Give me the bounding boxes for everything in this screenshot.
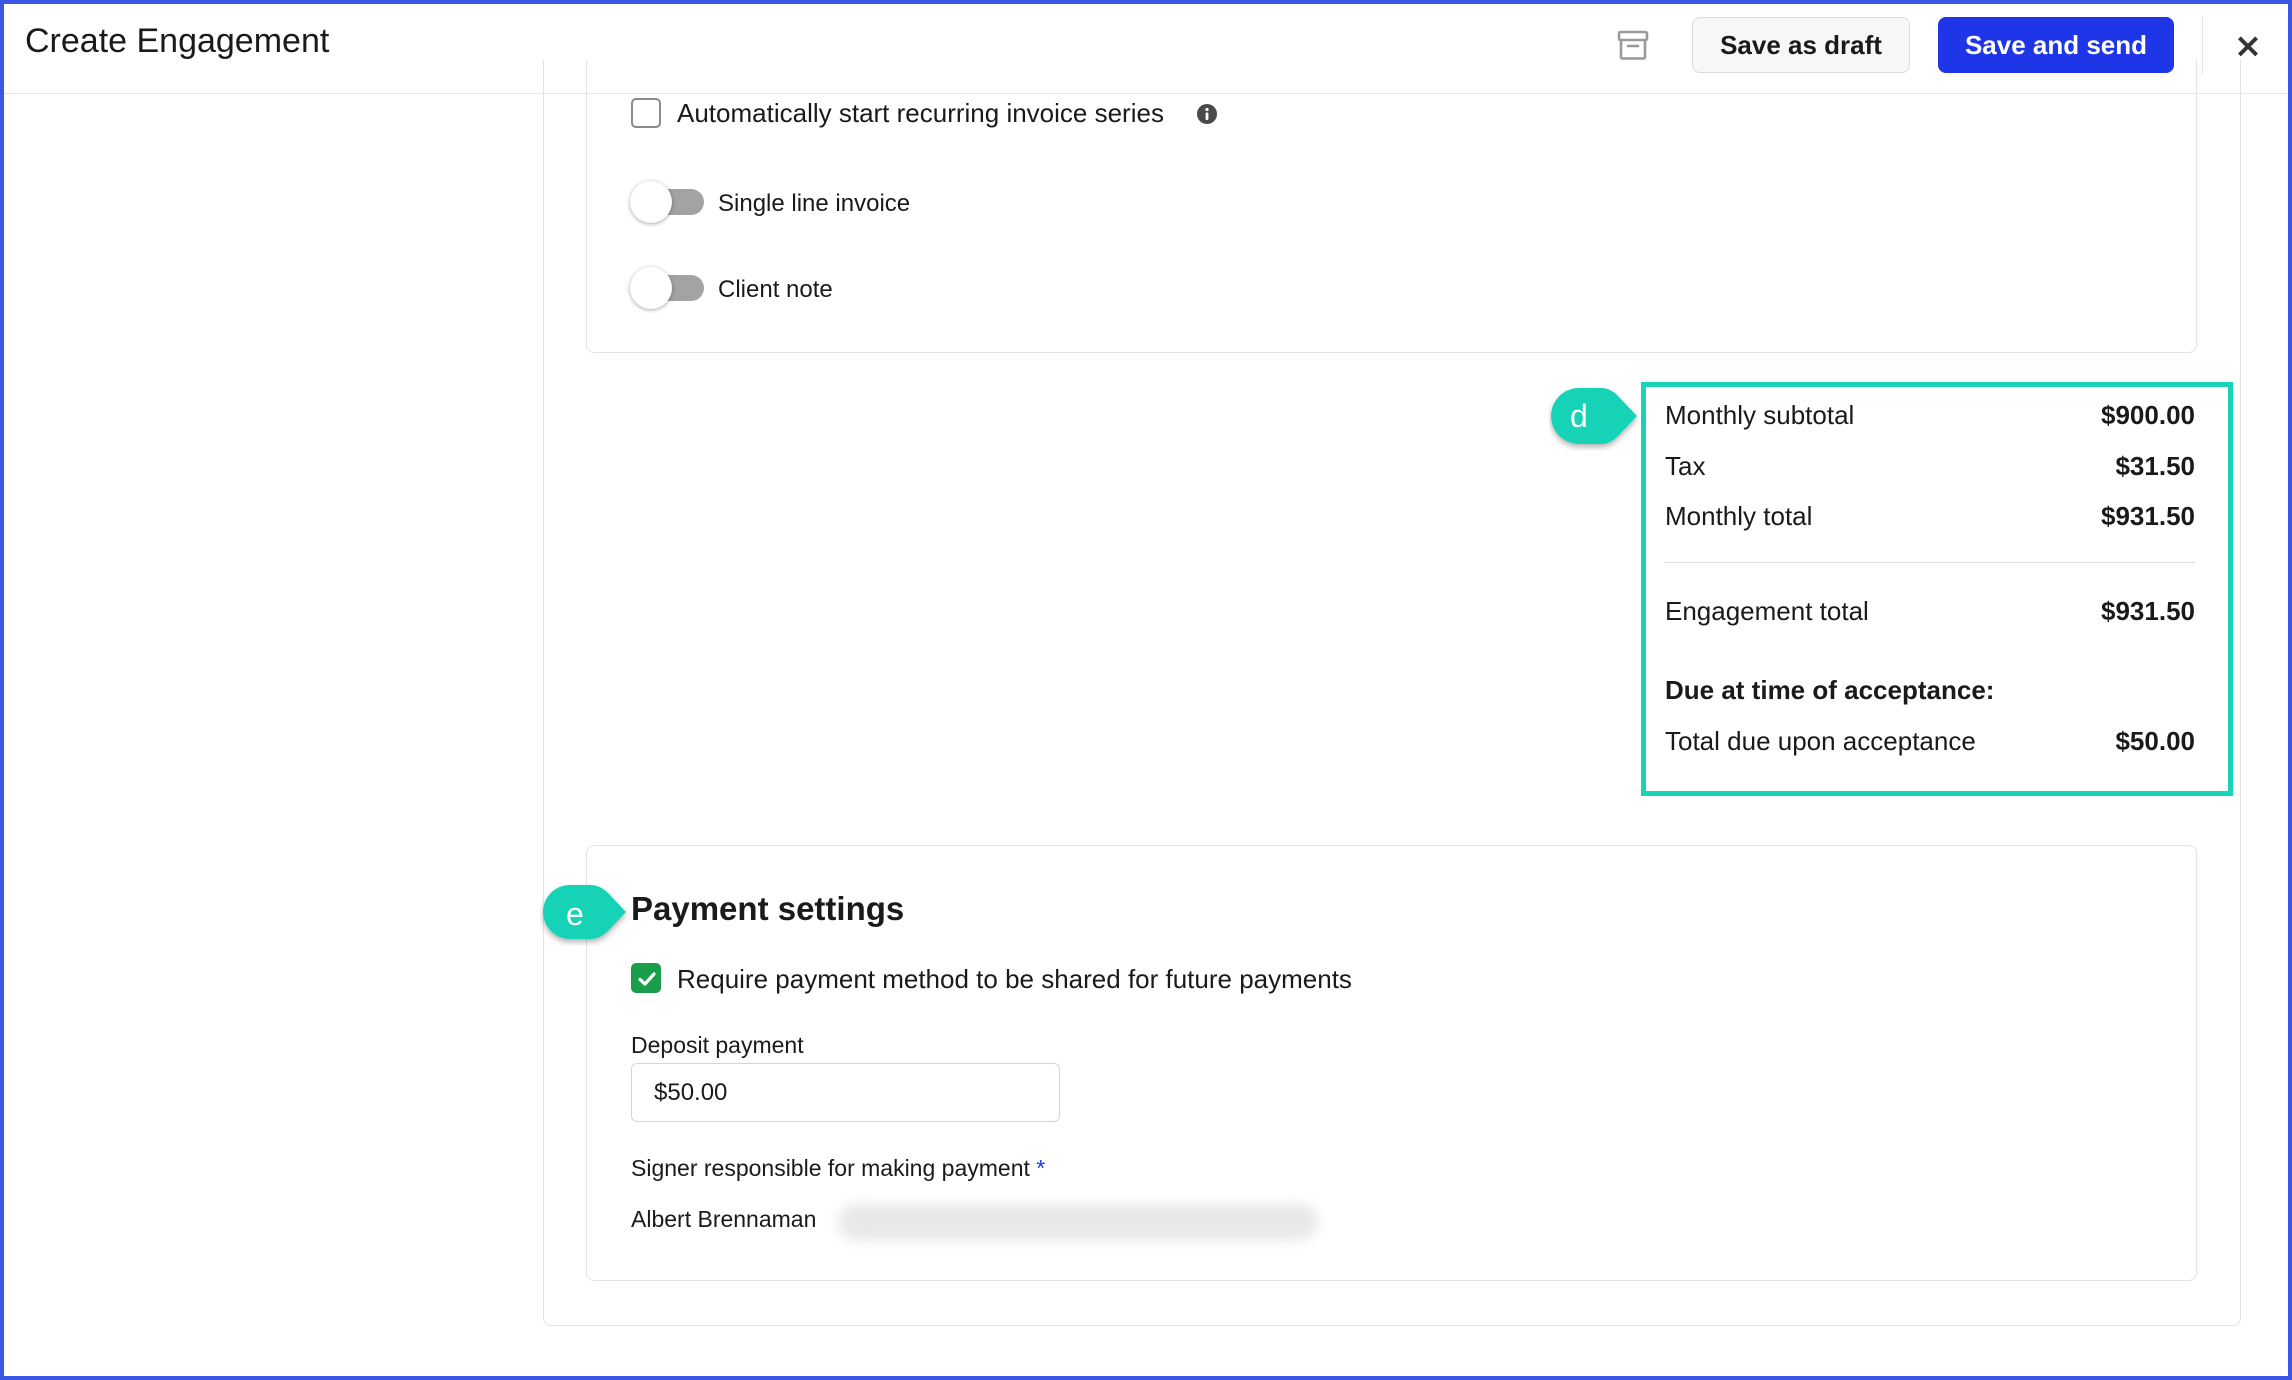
archive-box-icon[interactable] [1616,28,1650,62]
info-icon[interactable] [1196,103,1218,125]
engagement-total-label: Engagement total [1665,596,1869,626]
checkmark-icon [638,972,656,986]
signer-name: Albert Brennaman [631,1206,817,1232]
summary-divider [1665,562,2195,563]
signer-label: Signer responsible for making payment * [631,1155,1045,1182]
tax-value: $31.50 [2115,451,2195,481]
callout-d-letter: d [1570,398,1588,434]
client-note-label: Client note [718,276,833,303]
due-at-acceptance-heading: Due at time of acceptance: [1665,675,1995,705]
require-payment-method-checkbox[interactable] [631,963,661,993]
client-note-toggle[interactable] [630,267,704,309]
deposit-payment-label: Deposit payment [631,1032,804,1058]
deposit-payment-input[interactable] [631,1063,1060,1122]
monthly-total-value: $931.50 [2101,501,2195,531]
callout-e-letter: e [566,896,584,932]
payment-settings-title: Payment settings [631,890,905,927]
callout-marker-e [543,885,626,939]
engagement-total-value: $931.50 [2101,596,2195,626]
signer-label-text: Signer responsible for making payment [631,1155,1030,1181]
auto-recurring-label: Automatically start recurring invoice se… [677,98,1164,128]
tax-label: Tax [1665,451,1706,481]
required-asterisk: * [1036,1155,1046,1181]
page-title: Create Engagement [25,22,330,60]
monthly-total-label: Monthly total [1665,501,1813,531]
require-payment-method-label: Require payment method to be shared for … [677,964,1352,994]
monthly-subtotal-value: $900.00 [2101,400,2195,430]
monthly-subtotal-label: Monthly subtotal [1665,400,1855,430]
single-line-invoice-toggle[interactable] [630,181,704,223]
single-line-invoice-label: Single line invoice [718,190,911,217]
auto-recurring-checkbox[interactable] [631,98,661,128]
callout-marker-d [1551,388,1637,444]
redacted-email [838,1204,1318,1240]
total-due-value: $50.00 [2115,726,2195,756]
total-due-label: Total due upon acceptance [1665,726,1976,756]
